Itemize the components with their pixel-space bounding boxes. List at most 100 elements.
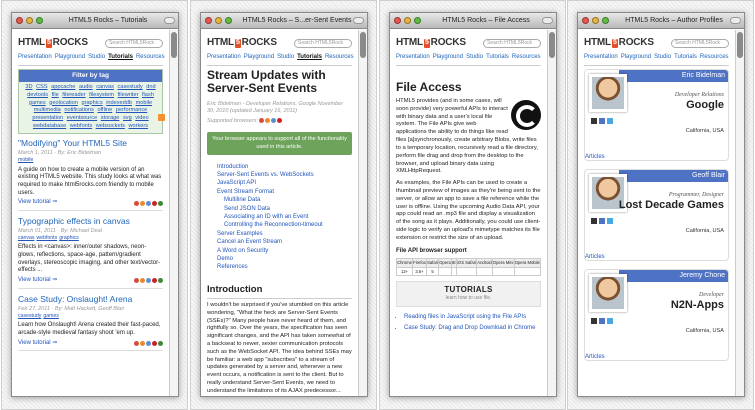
tag-link[interactable]: audio — [79, 84, 93, 90]
article-title[interactable]: Typographic effects in canvas — [18, 216, 163, 227]
tag-link[interactable]: storage — [101, 115, 120, 121]
rss-icon[interactable] — [158, 114, 165, 121]
scroll-thumb[interactable] — [737, 32, 743, 58]
minimize-icon[interactable] — [404, 17, 411, 24]
toc-link[interactable]: Controlling the Reconnection-timeout — [217, 221, 352, 229]
nav-playground[interactable]: Playground — [244, 54, 274, 62]
tag-link[interactable]: websockets — [96, 123, 125, 129]
author-name[interactable]: Jeremy Chone — [619, 269, 728, 282]
tag-link[interactable]: filereader — [62, 92, 85, 98]
article-title[interactable]: "Modifying" Your HTML5 Site — [18, 138, 163, 149]
author-company[interactable]: N2N-Apps — [671, 299, 724, 312]
tag-link[interactable]: flash — [142, 92, 154, 98]
article-title[interactable]: Case Study: Onslaught! Arena — [18, 294, 163, 305]
search-input[interactable]: Search HTML5Rock — [671, 38, 729, 48]
nav-presentation[interactable]: Presentation — [18, 54, 52, 62]
articles-link[interactable]: Articles — [585, 354, 605, 362]
profile-icon[interactable] — [599, 117, 605, 124]
twitter-icon[interactable] — [607, 117, 613, 124]
category-link[interactable]: graphics — [59, 235, 79, 242]
toc-link[interactable]: Cancel an Event Stream — [217, 238, 352, 246]
toc-link[interactable]: Send JSON Data — [217, 205, 352, 213]
nav-studio[interactable]: Studio — [654, 54, 671, 62]
toc-link[interactable]: Server-Sent Events vs. WebSockets — [217, 171, 352, 179]
tag-link[interactable]: mobile — [136, 100, 152, 106]
nav-studio[interactable]: Studio — [466, 54, 483, 62]
search-input[interactable]: Search HTML5Rock — [483, 38, 541, 48]
articles-link[interactable]: Articles — [585, 154, 605, 162]
toc-link[interactable]: References — [217, 263, 352, 271]
logo[interactable]: HTML 5 ROCKS — [396, 37, 466, 50]
tag-link[interactable]: eventsource — [67, 115, 97, 121]
scrollbar[interactable] — [735, 30, 744, 396]
toc-link[interactable]: JavaScript API — [217, 179, 352, 187]
scroll-thumb[interactable] — [549, 32, 555, 58]
logo[interactable]: HTML 5 ROCKS — [18, 37, 88, 50]
minimize-icon[interactable] — [592, 17, 599, 24]
nav-studio[interactable]: Studio — [277, 54, 294, 62]
close-icon[interactable] — [582, 17, 589, 24]
minimize-icon[interactable] — [215, 17, 222, 24]
scrollbar[interactable] — [547, 30, 556, 396]
tag-link[interactable]: file — [52, 92, 59, 98]
category-link[interactable]: canvas — [18, 235, 34, 242]
tag-link[interactable]: CSS — [36, 84, 48, 90]
tag-link[interactable]: webdatabase — [33, 123, 66, 129]
profile-icon[interactable] — [599, 317, 605, 324]
scrollbar[interactable] — [358, 30, 367, 396]
tutorial-link[interactable]: Case Study: Drag and Drop Download in Ch… — [404, 324, 541, 332]
tag-link[interactable]: 3D — [25, 84, 32, 90]
toolbar-toggle-icon[interactable] — [164, 17, 175, 24]
view-tutorial-link[interactable]: View tutorial ⇒ — [18, 199, 57, 207]
nav-tutorials[interactable]: Tutorials — [297, 54, 322, 62]
zoom-icon[interactable] — [602, 17, 609, 24]
logo[interactable]: HTML 5 ROCKS — [207, 37, 277, 50]
tag-link[interactable]: svg — [123, 115, 132, 121]
tag-link[interactable]: devtools — [27, 92, 48, 98]
twitter-icon[interactable] — [607, 317, 613, 324]
category-link[interactable]: games — [43, 313, 59, 320]
nav-tutorials[interactable]: Tutorials — [108, 54, 133, 62]
toc-link[interactable]: Multiline Data — [217, 196, 352, 204]
scroll-thumb[interactable] — [171, 32, 177, 58]
tag-link[interactable]: indexeddb — [106, 100, 132, 106]
home-icon[interactable] — [591, 317, 597, 324]
author-company[interactable]: Google — [686, 99, 724, 112]
nav-resources[interactable]: Resources — [512, 54, 541, 62]
toc-link[interactable]: Demo — [217, 255, 352, 263]
tag-link[interactable]: workers — [129, 123, 149, 129]
scroll-thumb[interactable] — [360, 32, 366, 58]
nav-resources[interactable]: Resources — [136, 54, 165, 62]
home-icon[interactable] — [591, 217, 597, 224]
tag-link[interactable]: casestudy — [118, 84, 143, 90]
zoom-icon[interactable] — [414, 17, 421, 24]
view-tutorial-link[interactable]: View tutorial ⇒ — [18, 340, 57, 348]
articles-link[interactable]: Articles — [585, 254, 605, 262]
home-icon[interactable] — [591, 117, 597, 124]
tag-link[interactable]: video — [135, 115, 148, 121]
nav-playground[interactable]: Playground — [621, 54, 651, 62]
minimize-icon[interactable] — [26, 17, 33, 24]
tag-link[interactable]: webfonts — [70, 123, 92, 129]
nav-resources[interactable]: Resources — [325, 54, 354, 62]
nav-resources[interactable]: Resources — [700, 54, 729, 62]
tag-link[interactable]: canvas — [96, 84, 114, 90]
close-icon[interactable] — [205, 17, 212, 24]
logo[interactable]: HTML 5 ROCKS — [584, 37, 654, 50]
tag-link[interactable]: geolocation — [49, 100, 78, 106]
twitter-icon[interactable] — [607, 217, 613, 224]
zoom-icon[interactable] — [225, 17, 232, 24]
category-link[interactable]: webfonts — [36, 235, 57, 242]
tag-link[interactable]: presentation — [32, 115, 63, 121]
nav-playground[interactable]: Playground — [55, 54, 85, 62]
category-link[interactable]: casestudy — [18, 313, 41, 320]
close-icon[interactable] — [394, 17, 401, 24]
view-tutorial-link[interactable]: View tutorial ⇒ — [18, 277, 57, 285]
nav-presentation[interactable]: Presentation — [207, 54, 241, 62]
tag-link[interactable]: performance — [116, 107, 147, 113]
search-input[interactable]: Search HTML5Rock — [105, 38, 163, 48]
close-icon[interactable] — [16, 17, 23, 24]
author-name[interactable]: Eric Bidelman — [619, 69, 728, 82]
nav-presentation[interactable]: Presentation — [584, 54, 618, 62]
nav-tutorials[interactable]: Tutorials — [674, 54, 697, 62]
